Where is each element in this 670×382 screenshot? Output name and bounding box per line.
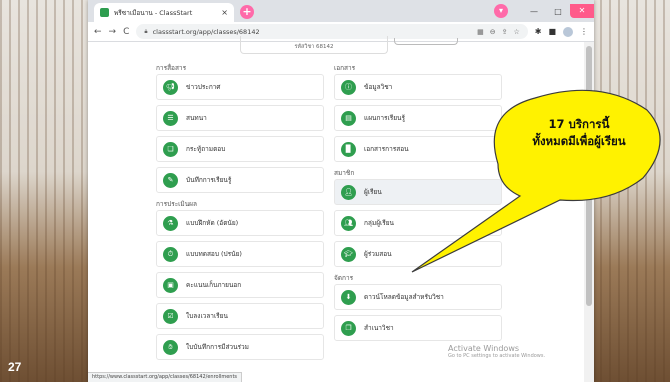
slide-background-right xyxy=(582,0,670,382)
menu-item-qa-board[interactable]: ❏ กระทู้ถามตอบ xyxy=(156,136,324,162)
slide-number: 27 xyxy=(8,360,22,374)
left-column: การสื่อสาร 📢︎ ข่าวประกาศ ☰ สนทนา ❏ กระทู… xyxy=(156,62,324,365)
menu-item-label: ดาวน์โหลดข้อมูลสำหรับวิชา xyxy=(364,293,444,301)
book-icon: ▉ xyxy=(341,141,356,157)
section-title-evaluation: การประเมินผล xyxy=(156,200,197,208)
lock-icon: 🔒︎ xyxy=(144,27,148,35)
menu-item-co-teachers[interactable]: 🎓︎ ผู้ร่วมสอน xyxy=(334,241,502,267)
comments-icon: ❏ xyxy=(163,141,178,157)
menu-item-attendance[interactable]: ☑ ใบลงเวลาเรียน xyxy=(156,303,324,329)
right-column: เอกสาร ⓘ ข้อมูลวิชา ▤ แผนการเรียนรู้ ▉ เ… xyxy=(334,62,502,346)
menu-item-external-scores[interactable]: ▣ คะแนนเก็บภายนอก xyxy=(156,272,324,298)
info-circle-icon: ⓘ xyxy=(341,79,356,95)
menu-item-label: แบบฝึกหัด (อัตนัย) xyxy=(186,219,239,227)
checklist-icon: ☑ xyxy=(163,308,178,324)
menu-item-download-data[interactable]: ⬇︎ ดาวน์โหลดข้อมูลสำหรับวิชา xyxy=(334,284,502,310)
scrollbar-thumb[interactable] xyxy=(586,46,592,306)
translate-icon[interactable]: ▦ xyxy=(477,28,484,36)
menu-item-label: สนทนา xyxy=(186,114,207,122)
users-group-icon: 👥︎ xyxy=(341,215,356,231)
menu-item-participation[interactable]: ✋︎ ใบบันทึกการมีส่วนร่วม xyxy=(156,334,324,360)
menu-item-copy-course[interactable]: ❐ สำเนาวิชา xyxy=(334,315,502,341)
edit-square-icon: ✎ xyxy=(163,172,178,188)
menu-item-teaching-docs[interactable]: ▉ เอกสารการสอน xyxy=(334,136,502,162)
class-code-box: รหัสวิชา 68142 xyxy=(240,36,388,54)
callout-line-2: ทั้งหมดมีเพื่อผู้เรียน xyxy=(532,134,626,148)
maximize-button[interactable]: □ xyxy=(546,7,570,16)
menu-item-quizzes[interactable]: ⏱︎ แบบทดสอบ (ปรนัย) xyxy=(156,241,324,267)
menu-item-label: กระทู้ถามตอบ xyxy=(186,145,226,153)
header-tab-right xyxy=(394,38,458,45)
menu-item-label: บันทึกการเรียนรู้ xyxy=(186,176,232,184)
profile-avatar[interactable] xyxy=(563,26,573,37)
menu-item-discussion[interactable]: ☰ สนทนา xyxy=(156,105,324,131)
menu-kebab-icon[interactable]: ⋮ xyxy=(580,27,588,36)
classstart-favicon-icon xyxy=(100,8,109,17)
back-arrow-icon[interactable]: ← xyxy=(94,27,102,37)
status-bar-url: https://www.classstart.org/app/classes/6… xyxy=(88,372,243,382)
tab-search-chevron-down-icon[interactable]: ▾ xyxy=(494,4,508,18)
section-title-communication: การสื่อสาร xyxy=(156,64,187,72)
user-icon: 👤︎ xyxy=(341,184,356,200)
menu-item-label: ใบบันทึกการมีส่วนร่วม xyxy=(186,343,249,351)
menu-item-label: ผู้เรียน xyxy=(364,188,382,196)
activate-windows-watermark: Activate Windows Go to PC settings to ac… xyxy=(448,344,545,359)
menu-item-course-info[interactable]: ⓘ ข้อมูลวิชา xyxy=(334,74,502,100)
reload-icon[interactable]: C xyxy=(123,27,129,37)
menu-item-learners[interactable]: 👤︎ ผู้เรียน xyxy=(334,179,502,205)
page-viewport: รหัสวิชา 68142 การสื่อสาร 📢︎ ข่าวประกาศ … xyxy=(88,36,594,382)
close-tab-button[interactable]: × xyxy=(221,8,228,17)
section-title-documents: เอกสาร xyxy=(334,64,356,72)
menu-item-learning-plan[interactable]: ▤ แผนการเรียนรู้ xyxy=(334,105,502,131)
menu-item-learner-groups[interactable]: 👥︎ กลุ่มผู้เรียน xyxy=(334,210,502,236)
menu-item-label: ใบลงเวลาเรียน xyxy=(186,312,228,320)
browser-window: พรีซาเมือนาน - ClassStart × + ▾ — □ ✕ ← … xyxy=(88,0,594,382)
flask-icon: ⚗︎ xyxy=(163,215,178,231)
menu-item-exercises[interactable]: ⚗︎ แบบฝึกหัด (อัตนัย) xyxy=(156,210,324,236)
menu-item-announcements[interactable]: 📢︎ ข่าวประกาศ xyxy=(156,74,324,100)
menu-item-label: แบบทดสอบ (ปรนัย) xyxy=(186,250,242,258)
sidepanel-icon[interactable]: ■ xyxy=(548,27,556,36)
chat-bubble-icon: ☰ xyxy=(163,110,178,126)
menu-item-label: ข้อมูลวิชา xyxy=(364,83,393,91)
minimize-button[interactable]: — xyxy=(522,7,546,16)
list-alt-icon: ▤ xyxy=(341,110,356,126)
menu-item-label: ผู้ร่วมสอน xyxy=(364,250,392,258)
menu-item-label: เอกสารการสอน xyxy=(364,145,409,153)
window-controls: ▾ — □ ✕ xyxy=(494,0,594,22)
handshake-icon: ✋︎ xyxy=(163,339,178,355)
browser-tab[interactable]: พรีซาเมือนาน - ClassStart × xyxy=(94,3,234,22)
extensions-puzzle-icon[interactable]: ✱ xyxy=(535,27,542,36)
zoom-icon[interactable]: ⊖ xyxy=(490,28,496,36)
menu-item-label: สำเนาวิชา xyxy=(364,324,394,332)
megaphone-icon: 📢︎ xyxy=(163,79,178,95)
section-title-management: จัดการ xyxy=(334,274,354,282)
share-icon[interactable]: ⇪ xyxy=(502,28,508,36)
graduation-cap-icon: 🎓︎ xyxy=(341,246,356,262)
slide-background-left xyxy=(0,0,88,382)
menu-item-label: แผนการเรียนรู้ xyxy=(364,114,405,122)
menu-item-learning-journal[interactable]: ✎ บันทึกการเรียนรู้ xyxy=(156,167,324,193)
menu-item-label: คะแนนเก็บภายนอก xyxy=(186,281,242,289)
menu-item-label: ข่าวประกาศ xyxy=(186,83,221,91)
watermark-title: Activate Windows xyxy=(448,344,520,353)
close-window-button[interactable]: ✕ xyxy=(570,4,594,18)
briefcase-icon: ▣ xyxy=(163,277,178,293)
menu-item-label: กลุ่มผู้เรียน xyxy=(364,219,394,227)
page-scrollbar[interactable] xyxy=(584,42,594,382)
forward-arrow-icon[interactable]: → xyxy=(109,27,117,37)
tab-title: พรีซาเมือนาน - ClassStart xyxy=(114,8,193,17)
tab-bar: พรีซาเมือนาน - ClassStart × + ▾ — □ ✕ xyxy=(88,0,594,22)
stopwatch-icon: ⏱︎ xyxy=(163,246,178,262)
callout-line-1: 17 บริการนี้ xyxy=(548,117,610,131)
bookmark-star-icon[interactable]: ☆ xyxy=(513,28,519,36)
copy-icon: ❐ xyxy=(341,320,356,336)
download-icon: ⬇︎ xyxy=(341,289,356,305)
watermark-subtitle: Go to PC settings to activate Windows. xyxy=(448,353,546,359)
callout-text: 17 บริการนี้ ทั้งหมดมีเพื่อผู้เรียน xyxy=(486,116,670,150)
section-title-members: สมาชิก xyxy=(334,169,355,177)
new-tab-button[interactable]: + xyxy=(240,5,254,19)
url-text: classstart.org/app/classes/68142 xyxy=(152,27,260,36)
